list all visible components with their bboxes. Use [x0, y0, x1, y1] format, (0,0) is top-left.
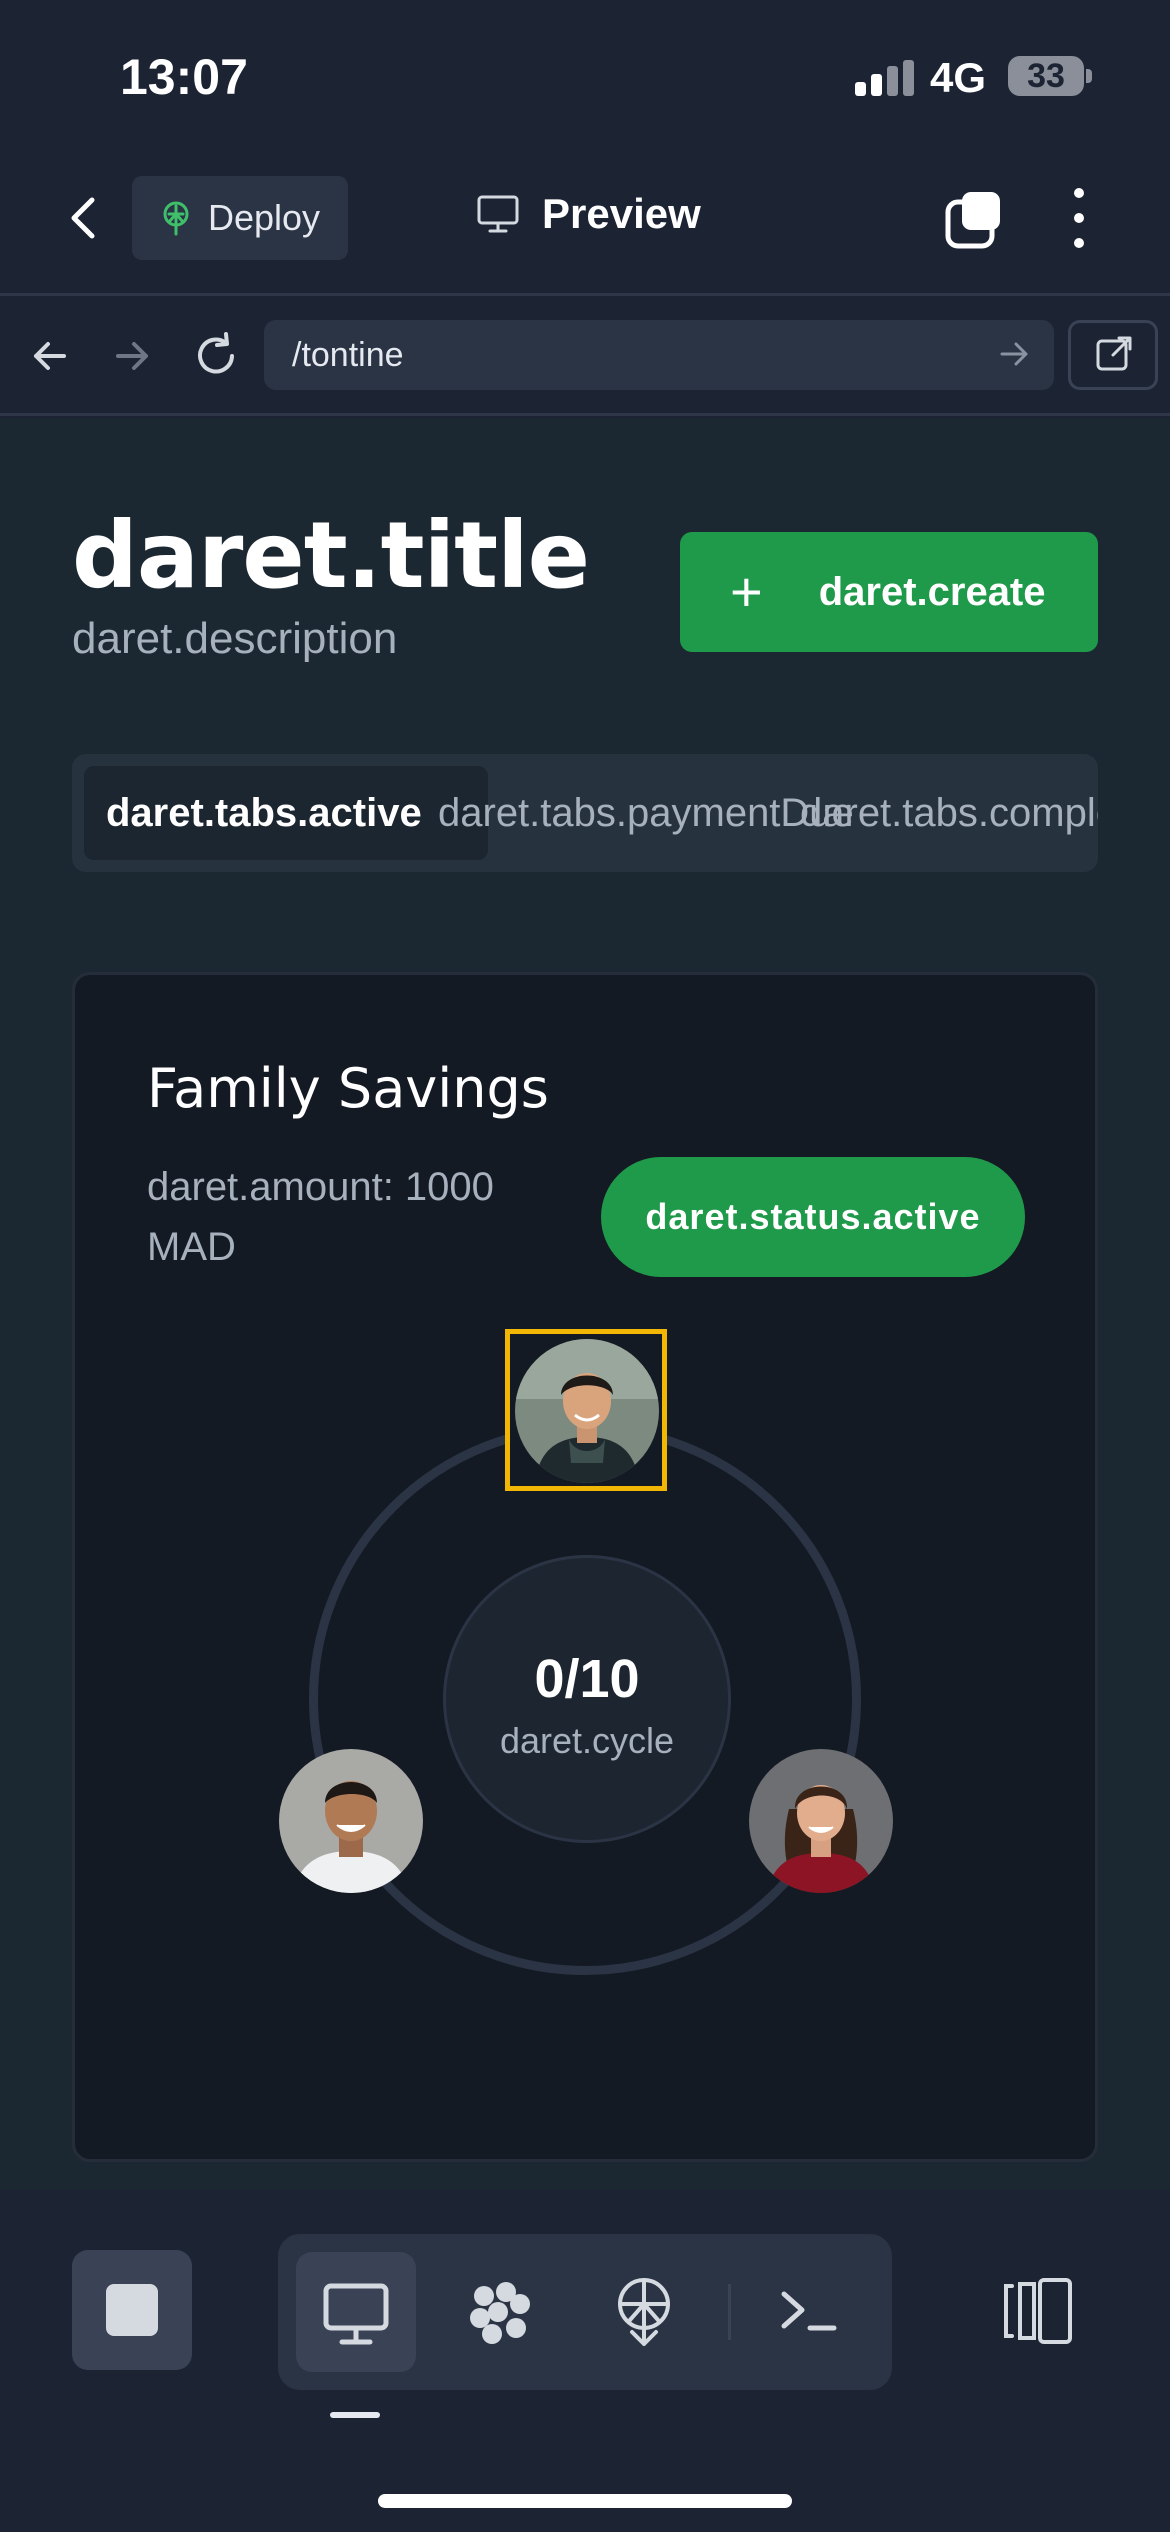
avatar[interactable] — [279, 1749, 423, 1893]
split-view-icon — [1004, 2278, 1072, 2344]
desktop-preview-tool[interactable] — [296, 2252, 416, 2372]
avatar[interactable] — [749, 1749, 893, 1893]
network-type: 4G — [930, 54, 987, 101]
extensions-icon — [470, 2282, 530, 2344]
dot-icon — [1074, 213, 1084, 223]
stop-icon — [106, 2284, 158, 2336]
dot-icon — [1074, 238, 1084, 248]
extensions-tool[interactable] — [440, 2252, 560, 2372]
screen: 13:07 4G 33 Deploy Preview /tontine dare… — [0, 0, 1170, 2532]
deploy-icon — [163, 201, 189, 236]
more-menu-button[interactable] — [1064, 188, 1094, 252]
top-bar: Deploy Preview — [0, 150, 1170, 296]
cycle-count: 0/10 — [534, 1649, 640, 1709]
dot-icon — [1074, 188, 1084, 198]
tab-active[interactable]: daret.tabs.active — [84, 766, 488, 860]
go-arrow-icon[interactable] — [994, 334, 1034, 374]
stop-button[interactable] — [72, 2250, 192, 2370]
back-button[interactable] — [60, 188, 110, 248]
tool-group — [278, 2234, 892, 2390]
external-link-icon — [1096, 336, 1132, 371]
terminal-tool[interactable] — [750, 2252, 870, 2372]
deploy-tool[interactable] — [584, 2252, 704, 2372]
tab-payment-due[interactable]: daret.tabs.paymentDue — [438, 754, 854, 872]
cycle-center: 0/10 daret.cycle — [443, 1555, 731, 1843]
terminal-icon — [781, 2291, 837, 2331]
arrow-left-icon — [34, 342, 66, 370]
deploy-label: Deploy — [208, 197, 321, 238]
member-avatar-photo — [279, 1749, 423, 1893]
member-avatar-photo — [749, 1749, 893, 1893]
deploy-button[interactable]: Deploy — [132, 176, 348, 260]
browser-forward-button[interactable] — [104, 328, 160, 384]
avatar[interactable] — [515, 1339, 659, 1483]
create-label: daret.create — [818, 569, 1046, 614]
monitor-icon — [477, 195, 519, 233]
chevron-left-icon — [71, 197, 95, 239]
cycle-label: daret.cycle — [499, 1720, 675, 1761]
card-title: Family Savings — [147, 1057, 549, 1120]
battery-icon: 33 — [1008, 56, 1084, 96]
browser-back-button[interactable] — [22, 328, 78, 384]
battery-cap — [1086, 69, 1092, 83]
open-external-button[interactable] — [1068, 320, 1158, 390]
url-input[interactable]: /tontine — [264, 320, 1054, 390]
reload-icon — [198, 332, 234, 374]
preview-title: Preview — [476, 190, 701, 238]
page-description: daret.description — [72, 614, 398, 663]
create-daret-button[interactable]: + daret.create — [680, 532, 1098, 652]
daret-card[interactable]: Family Savings daret.amount: 1000 MAD da… — [72, 972, 1098, 2162]
arrow-right-icon — [116, 342, 148, 370]
reload-button[interactable] — [188, 328, 244, 384]
preview-label: Preview — [542, 190, 701, 237]
tab-completed[interactable]: daret.tabs.completed — [800, 754, 1098, 872]
home-indicator[interactable] — [378, 2494, 792, 2508]
member-avatar-photo — [515, 1339, 659, 1483]
page-title: daret.title — [72, 502, 590, 609]
tabs-icon — [945, 192, 1000, 249]
card-amount: daret.amount: 1000 MAD — [147, 1165, 494, 1269]
active-tool-indicator — [330, 2412, 380, 2418]
daret-tabs: daret.tabs.active daret.tabs.paymentDue … — [72, 754, 1098, 872]
deploy-icon — [618, 2278, 670, 2346]
bottom-toolbar — [0, 2190, 1170, 2532]
status-badge: daret.status.active — [601, 1157, 1025, 1277]
plus-icon: + — [730, 560, 763, 623]
status-time: 13:07 — [120, 49, 248, 105]
status-bar: 13:07 4G 33 — [0, 0, 1170, 150]
split-view-button[interactable] — [998, 2276, 1078, 2346]
tabs-switcher-button[interactable] — [944, 190, 1004, 250]
signal-icon — [855, 60, 915, 96]
preview-page: daret.title daret.description + daret.cr… — [0, 418, 1170, 2190]
browser-bar: /tontine — [0, 298, 1170, 416]
toolbar-divider — [728, 2284, 731, 2340]
url-text: /tontine — [292, 336, 404, 374]
desktop-icon — [323, 2283, 389, 2345]
